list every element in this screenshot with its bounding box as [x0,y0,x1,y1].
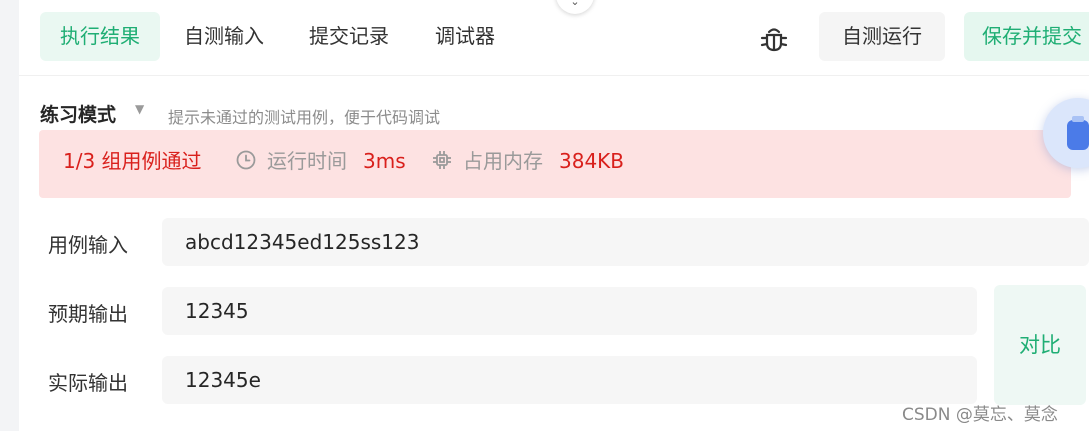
result-status-bar: 1/3 组用例通过 运行时间 3ms 占用内存 384KB [39,130,1071,198]
self-test-run-button[interactable]: 自测运行 [819,12,945,61]
expected-output-label: 预期输出 [48,302,128,326]
caret-down-icon[interactable]: ▼ [135,102,144,116]
tab-submission-history[interactable]: 提交记录 [289,12,409,61]
chevron-down-icon: ⌄ [570,0,580,8]
tab-bar: 执行结果 自测输入 提交记录 调试器 ⌄ 自测运行 保存并提交 [19,0,1089,76]
case-input-value[interactable]: abcd12345ed125ss123 [162,218,1089,266]
tab-execution-result[interactable]: 执行结果 [40,12,160,61]
runtime-label: 运行时间 [267,149,347,173]
actual-output-value[interactable]: 12345e [162,356,977,404]
result-panel: 执行结果 自测输入 提交记录 调试器 ⌄ 自测运行 保存并提交 练习模式 ▼ 提… [19,0,1089,431]
tab-debugger[interactable]: 调试器 [415,12,515,61]
memory-value: 384KB [559,149,625,173]
chip-icon [433,151,451,169]
tab-self-test-input[interactable]: 自测输入 [164,12,284,61]
clock-icon [236,150,256,170]
mode-hint: 提示未通过的测试用例，便于代码调试 [168,108,441,127]
bug-icon[interactable] [759,24,789,54]
collapse-handle[interactable]: ⌄ [556,0,594,14]
save-and-submit-button[interactable]: 保存并提交 [964,12,1089,61]
assistant-icon [1067,116,1089,150]
memory-label: 占用内存 [463,149,543,173]
runtime-value: 3ms [363,149,406,173]
case-input-label: 用例输入 [48,233,128,257]
watermark: CSDN @莫忘、莫念 [902,405,1058,425]
passed-cases-text: 1/3 组用例通过 [63,149,202,173]
expected-output-value[interactable]: 12345 [162,287,977,335]
actual-output-label: 实际输出 [48,371,128,395]
mode-selector[interactable]: 练习模式 [40,100,116,127]
compare-button[interactable]: 对比 [994,285,1086,405]
